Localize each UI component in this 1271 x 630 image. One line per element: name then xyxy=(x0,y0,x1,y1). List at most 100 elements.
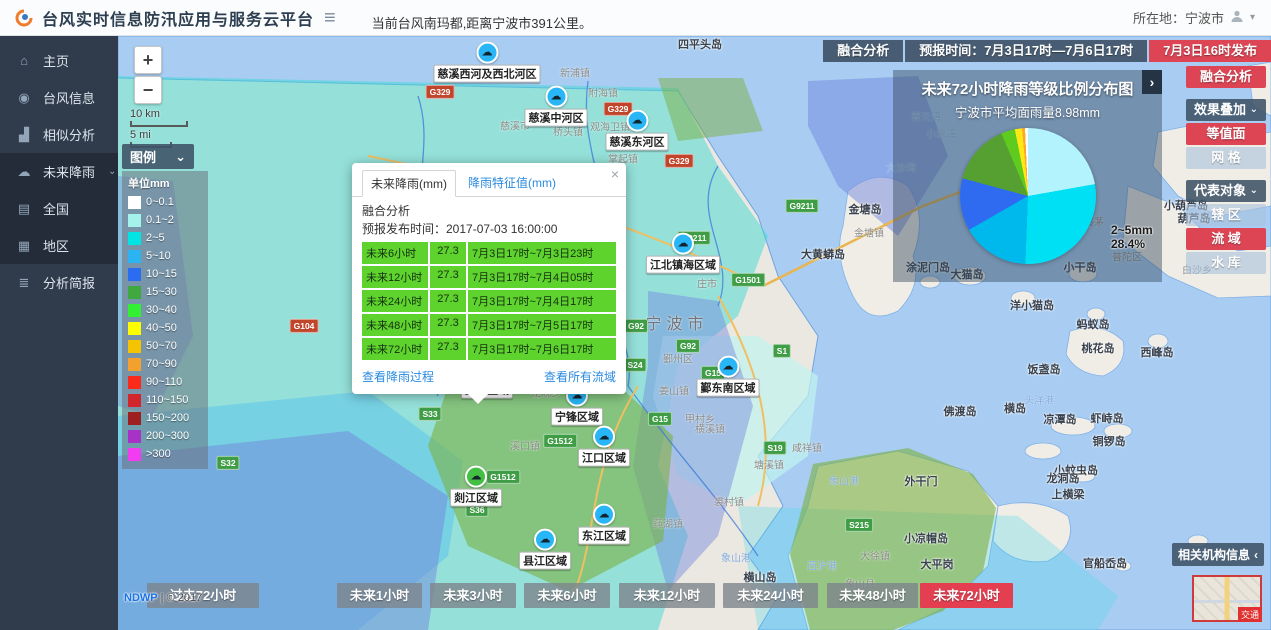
user-icon[interactable] xyxy=(1230,9,1244,26)
legend-swatch xyxy=(128,214,141,227)
legend-item: 0.1~2 xyxy=(128,211,202,229)
legend-range-label: 90~110 xyxy=(146,376,182,388)
legend-item: 5~10 xyxy=(128,247,202,265)
legend-swatch xyxy=(128,358,141,371)
zoom-out-button[interactable]: − xyxy=(134,76,162,104)
view-all-basins-link[interactable]: 查看所有流域 xyxy=(544,368,616,385)
traffic-layer-tag: 交通 xyxy=(1238,607,1262,622)
map-canvas[interactable]: 宁波市 四平头岛 金塘岛 大黄蟒岛 涂泥门岛 大猫岛 小干岛 小葫芦岛 葫芦岛 … xyxy=(118,36,1271,630)
related-orgs-button[interactable]: 相关机构信息 ‹ xyxy=(1172,543,1264,566)
object-option-button[interactable]: 辖 区 xyxy=(1186,204,1266,226)
region-marker[interactable]: ☁ 江北镇海区域 xyxy=(646,233,720,274)
fusion-analysis-button[interactable]: 融合分析 xyxy=(1186,66,1266,88)
legend-range-label: 110~150 xyxy=(146,394,188,406)
rainfall-table-row: 未来72小时 27.3 7月3日17时~7月6日17时 xyxy=(362,338,616,360)
pie-title: 未来72小时降雨等级比例分布图 xyxy=(893,78,1162,99)
legend-swatch xyxy=(128,232,141,245)
sidebar-item[interactable]: ⌂ 主页 xyxy=(0,42,118,79)
legend-range-label: 15~30 xyxy=(146,286,177,298)
overlay-option-button[interactable]: 等值面 xyxy=(1186,123,1266,145)
legend-swatch xyxy=(128,412,141,425)
menu-icon[interactable]: ≡ xyxy=(324,8,336,28)
rainfall-table-row: 未来24小时 27.3 7月3日17时~7月4日17时 xyxy=(362,290,616,312)
layer-control-panel: 融合分析 效果叠加 ⌄ 等值面 网 格 代表对象 ⌄ 辖 区 流 域 水 库 xyxy=(1186,66,1266,276)
legend-swatch xyxy=(128,340,141,353)
time-range-button[interactable]: 未来1小时 xyxy=(337,583,422,608)
page-title: 台风实时信息防汛应用与服务云平台 xyxy=(42,6,314,30)
popup-tab[interactable]: 降雨特征值(mm) xyxy=(460,170,564,196)
time-range-button[interactable]: 未来48小时 xyxy=(827,583,918,608)
road-badge: S19 xyxy=(763,441,786,455)
rain-region-icon: ☁ xyxy=(593,426,615,448)
row-period: 未来6小时 xyxy=(362,242,428,264)
sidebar-item[interactable]: ☁ 未来降雨 ⌄ xyxy=(0,153,118,190)
view-rain-process-link[interactable]: 查看降雨过程 xyxy=(362,368,434,385)
region-marker[interactable]: ☁ 慈溪中河区 xyxy=(525,86,588,127)
sidebar-item[interactable]: ▟ 相似分析 xyxy=(0,116,118,153)
analysis-mode-label[interactable]: 融合分析 xyxy=(823,40,903,62)
region-marker-label: 县江区域 xyxy=(519,552,571,570)
rainfall-popup: × 未来降雨(mm) 降雨特征值(mm) 融合分析 预报发布时间：2017-07… xyxy=(352,163,626,394)
legend-toggle[interactable]: 图例 ⌄ xyxy=(122,144,194,169)
time-range-button[interactable]: 未来24小时 xyxy=(723,583,818,608)
row-value: 27.3 xyxy=(430,338,466,360)
legend-item: 90~110 xyxy=(128,373,202,391)
legend-swatch xyxy=(128,376,141,389)
rainfall-table-row: 未来6小时 27.3 7月3日17时~7月3日23时 xyxy=(362,242,616,264)
rainfall-table-row: 未来12小时 27.3 7月3日17时~7月4日05时 xyxy=(362,266,616,288)
zoom-in-button[interactable]: + xyxy=(134,46,162,74)
typhoon-logo-icon xyxy=(14,8,34,28)
legend-item: 40~50 xyxy=(128,319,202,337)
chevron-down-icon: ⌄ xyxy=(1250,180,1258,202)
road-badge: G9211 xyxy=(785,199,818,213)
road-badge: S32 xyxy=(216,456,239,470)
object-option-button[interactable]: 水 库 xyxy=(1186,252,1266,274)
region-marker[interactable]: ☁ 慈溪西河及西北河区 xyxy=(434,42,541,83)
row-value: 27.3 xyxy=(430,242,466,264)
time-range-button[interactable]: 未来72小时 xyxy=(920,583,1013,608)
region-marker[interactable]: ☁ 县江区域 xyxy=(519,529,571,570)
scale-mi-label: 5 mi xyxy=(130,129,151,141)
row-period: 未来12小时 xyxy=(362,266,428,288)
legend-item: 15~30 xyxy=(128,283,202,301)
sidebar-item[interactable]: ▤ 全国 xyxy=(0,190,118,227)
minimap-thumbnail[interactable]: 交通 xyxy=(1192,575,1262,622)
attribution-brand-link[interactable]: NDWP xyxy=(124,592,158,604)
region-marker[interactable]: ☁ 鄞东南区域 xyxy=(697,356,760,397)
close-icon[interactable]: × xyxy=(611,167,619,181)
row-time-range: 7月3日17时~7月6日17时 xyxy=(468,338,616,360)
row-value: 27.3 xyxy=(430,314,466,336)
road-badge: G329 xyxy=(426,85,455,99)
object-option-button[interactable]: 流 域 xyxy=(1186,228,1266,250)
panel-expand-button[interactable]: › xyxy=(1142,70,1162,94)
road-badge: G1512 xyxy=(543,434,577,448)
row-time-range: 7月3日17时~7月5日17时 xyxy=(468,314,616,336)
scale-km-label: 10 km xyxy=(130,108,160,120)
sidebar-item[interactable]: ◉ 台风信息 xyxy=(0,79,118,116)
rain-region-icon: ☁ xyxy=(545,86,567,108)
overlay-option-button[interactable]: 网 格 xyxy=(1186,147,1266,169)
overlay-effect-group[interactable]: 效果叠加 ⌄ xyxy=(1186,99,1266,121)
time-range-button[interactable]: 未来12小时 xyxy=(619,583,715,608)
region-marker-label: 慈溪中河区 xyxy=(525,109,588,127)
bar-chart-icon: ▟ xyxy=(16,127,32,143)
legend-range-label: 2~5 xyxy=(146,232,165,244)
region-marker[interactable]: ☁ 剡江区域 xyxy=(450,466,502,507)
popup-publish-time: 预报发布时间：2017-07-03 16:00:00 xyxy=(362,220,616,238)
time-range-button[interactable]: 未来6小时 xyxy=(524,583,610,608)
sidebar-item[interactable]: ≣ 分析简报 xyxy=(0,264,118,301)
sidebar-item-label: 主页 xyxy=(43,51,69,70)
popup-tab[interactable]: 未来降雨(mm) xyxy=(362,170,456,197)
region-marker[interactable]: ☁ 东江区域 xyxy=(578,504,630,545)
chevron-left-icon: ‹ xyxy=(1254,548,1258,562)
legend-range-label: 50~70 xyxy=(146,340,177,352)
sidebar-item[interactable]: ▦ 地区 xyxy=(0,227,118,264)
represent-object-group[interactable]: 代表对象 ⌄ xyxy=(1186,180,1266,202)
row-time-range: 7月3日17时~7月4日17时 xyxy=(468,290,616,312)
chevron-down-icon[interactable]: ▾ xyxy=(1250,12,1255,23)
region-marker[interactable]: ☁ 江口区域 xyxy=(578,426,630,467)
sidebar-item-label: 相似分析 xyxy=(43,125,95,144)
location-control[interactable]: 所在地：宁波市 ▾ xyxy=(1133,8,1255,27)
region-marker[interactable]: ☁ 慈溪东河区 xyxy=(606,110,669,151)
time-range-button[interactable]: 未来3小时 xyxy=(430,583,516,608)
